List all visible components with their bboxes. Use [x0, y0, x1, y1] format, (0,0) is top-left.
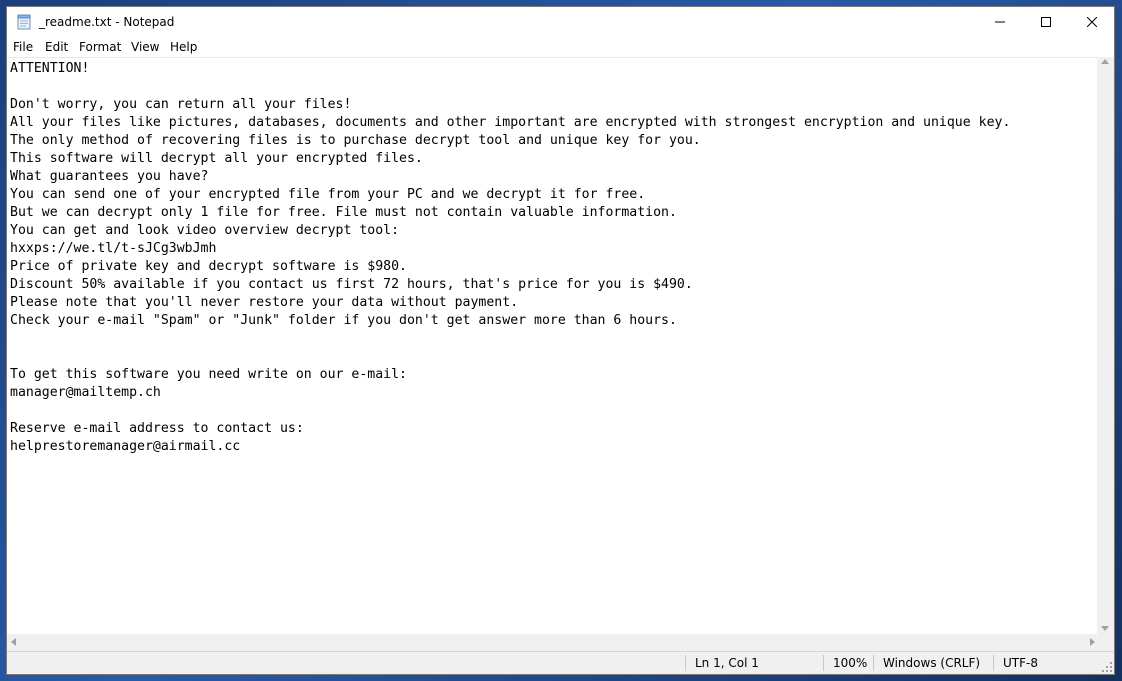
menu-format[interactable]: Format — [79, 40, 121, 54]
maximize-icon — [1041, 17, 1051, 27]
minimize-button[interactable] — [977, 7, 1023, 37]
status-separator — [873, 655, 874, 671]
menu-help[interactable]: Help — [170, 40, 197, 54]
status-separator — [823, 655, 824, 671]
encoding: UTF-8 — [1003, 656, 1038, 670]
menu-view[interactable]: View — [131, 40, 159, 54]
menu-bar: File Edit Format View Help — [7, 37, 1114, 57]
status-separator — [993, 655, 994, 671]
notepad-window: _readme.txt - Notepad File Edit Format V… — [6, 6, 1115, 675]
notepad-icon — [16, 14, 32, 30]
scroll-down-icon[interactable] — [1101, 626, 1109, 631]
line-ending: Windows (CRLF) — [883, 656, 981, 670]
minimize-icon — [995, 21, 1005, 23]
menu-edit[interactable]: Edit — [45, 40, 68, 54]
vertical-scrollbar[interactable] — [1097, 57, 1114, 634]
document-text[interactable]: ATTENTION! Don't worry, you can return a… — [7, 58, 1099, 456]
zoom-level: 100% — [833, 656, 868, 670]
text-editor[interactable]: ATTENTION! Don't worry, you can return a… — [7, 57, 1099, 634]
scroll-corner — [1097, 634, 1114, 651]
scroll-right-icon[interactable] — [1090, 638, 1095, 646]
resize-grip-icon[interactable] — [1102, 662, 1112, 672]
close-button[interactable] — [1069, 7, 1115, 37]
cursor-position: Ln 1, Col 1 — [695, 656, 759, 670]
scroll-up-icon[interactable] — [1101, 59, 1109, 64]
close-icon — [1087, 17, 1097, 27]
status-bar: Ln 1, Col 1 100% Windows (CRLF) UTF-8 — [7, 651, 1114, 674]
scroll-left-icon[interactable] — [11, 638, 16, 646]
menu-file[interactable]: File — [13, 40, 33, 54]
window-title: _readme.txt - Notepad — [39, 15, 175, 29]
title-bar[interactable]: _readme.txt - Notepad — [7, 7, 1114, 37]
status-separator — [685, 655, 686, 671]
maximize-button[interactable] — [1023, 7, 1069, 37]
horizontal-scrollbar[interactable] — [7, 634, 1099, 651]
